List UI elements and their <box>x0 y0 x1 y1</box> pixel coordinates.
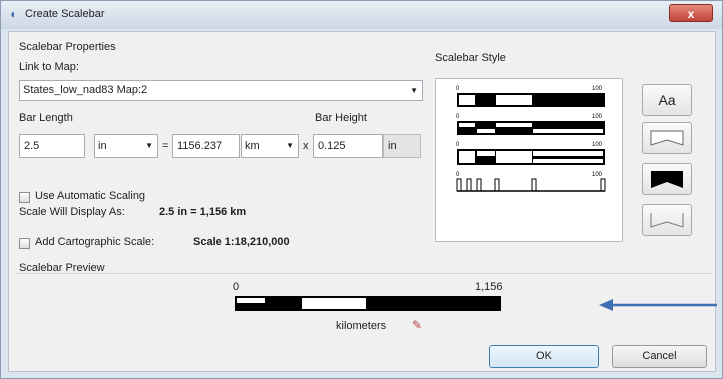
properties-heading: Scalebar Properties <box>19 41 116 53</box>
ground-unit-value: km <box>245 140 260 152</box>
link-to-map-label: Link to Map: <box>19 61 79 73</box>
preview-tick-end: 1,156 <box>475 281 503 293</box>
window-title: Create Scalebar <box>25 8 105 20</box>
bar-height-label: Bar Height <box>315 112 367 124</box>
map-select-value: States_low_nad83 Map:2 <box>23 84 148 96</box>
ground-distance-input[interactable]: 1156.237 <box>172 134 240 158</box>
annotation-arrow-icon <box>599 299 717 311</box>
style-tick-start: 0 <box>456 142 460 148</box>
times-sign: x <box>303 140 309 152</box>
cancel-button[interactable]: Cancel <box>612 345 707 368</box>
scalebar-style-swatches: 0 100 0 100 0 100 0 100 <box>456 86 606 192</box>
bar-height-input[interactable]: 0.125 <box>313 134 383 158</box>
height-unit: in <box>383 134 421 158</box>
style-option-double[interactable]: 0 100 <box>456 114 605 135</box>
scale-display-prefix: Scale Will Display As: <box>19 206 125 218</box>
flag-filled-icon <box>651 171 683 188</box>
auto-scaling-label: Use Automatic Scaling <box>35 190 146 202</box>
chevron-down-icon: ▼ <box>286 141 294 150</box>
title-bar: ◖ Create Scalebar x <box>1 1 722 29</box>
style-option-alternating[interactable]: 0 100 <box>456 86 605 107</box>
chevron-down-icon: ▼ <box>410 86 418 95</box>
black-flag-fill-button[interactable] <box>642 163 692 195</box>
create-scalebar-dialog: ◖ Create Scalebar x Scalebar Properties … <box>0 0 723 379</box>
chevron-down-icon: ▼ <box>145 141 153 150</box>
scale-display-value: 2.5 in = 1,156 km <box>159 206 247 218</box>
style-heading: Scalebar Style <box>435 52 506 64</box>
cartographic-scale-label: Add Cartographic Scale: <box>35 236 155 248</box>
ground-unit-select[interactable]: km ▼ <box>241 134 299 158</box>
bar-length-input[interactable]: 2.5 <box>19 134 85 158</box>
preview-units: kilometers <box>336 320 387 332</box>
style-tick-end: 100 <box>592 114 603 120</box>
style-tick-start: 0 <box>456 114 460 120</box>
cartographic-scale-checkbox[interactable] <box>19 238 30 249</box>
style-option-stepped[interactable]: 0 100 <box>456 142 605 165</box>
style-tick-end: 100 <box>592 86 603 92</box>
style-tick-start: 0 <box>456 172 460 178</box>
preview-divider <box>15 273 711 274</box>
style-option-ticks[interactable]: 0 100 <box>456 172 606 192</box>
close-button[interactable]: x <box>669 4 713 22</box>
flag-line-icon <box>650 213 684 228</box>
auto-scaling-checkbox[interactable] <box>19 192 30 203</box>
equals-sign: = <box>162 140 169 152</box>
style-tick-start: 0 <box>456 86 460 92</box>
ok-button[interactable]: OK <box>489 345 599 368</box>
preview-tick-start: 0 <box>233 281 240 293</box>
length-unit-value: in <box>98 140 107 152</box>
cartographic-scale-value: Scale 1:18,210,000 <box>193 236 290 248</box>
style-tick-end: 100 <box>592 142 603 148</box>
bar-length-label: Bar Length <box>19 112 73 124</box>
dialog-body: Scalebar Properties Link to Map: States_… <box>8 31 716 372</box>
style-tick-end: 100 <box>592 172 603 178</box>
preview-heading: Scalebar Preview <box>19 262 105 274</box>
scalebar-preview <box>235 296 501 311</box>
app-icon: ◖ <box>9 7 17 21</box>
font-style-button[interactable]: Aa <box>642 84 692 116</box>
map-select[interactable]: States_low_nad83 Map:2 ▼ <box>19 80 423 101</box>
length-unit-select[interactable]: in ▼ <box>94 134 158 158</box>
pencil-icon[interactable]: ✎ <box>412 318 422 332</box>
line-style-button[interactable] <box>642 204 692 236</box>
flag-outline-icon <box>650 130 684 146</box>
scalebar-style-list: 0 100 0 100 0 100 0 100 <box>435 78 623 242</box>
white-flag-fill-button[interactable] <box>642 122 692 154</box>
